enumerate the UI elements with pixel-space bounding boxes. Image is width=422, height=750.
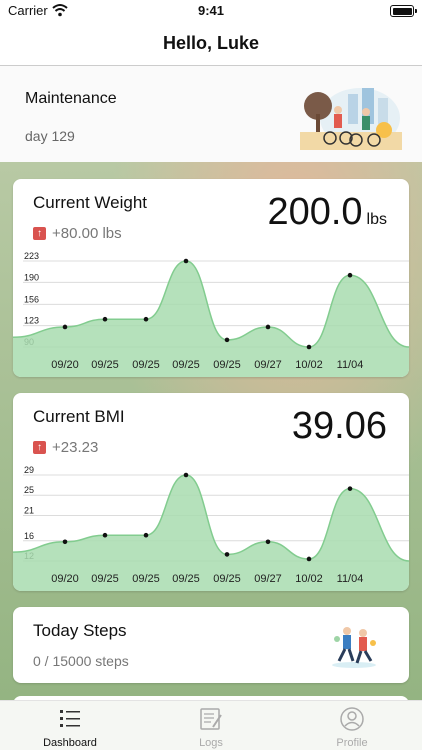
- weight-chart-xtick: 09/25: [91, 359, 119, 371]
- logs-icon: [200, 708, 222, 730]
- weight-chart: 9012315619022309/2009/2509/2509/2509/250…: [13, 251, 409, 377]
- cycling-illustration: [300, 88, 402, 150]
- weight-chart-xtick: 09/20: [51, 359, 79, 371]
- bmi-chart-point: [224, 552, 230, 557]
- page-title: Hello, Luke: [162, 33, 260, 53]
- bmi-chart-xtick: 09/27: [254, 573, 282, 585]
- weight-chart-point: [62, 324, 68, 330]
- profile-icon: [340, 707, 364, 731]
- weight-card[interactable]: Current Weight 200.0lbs ↑ +80.00 lbs 901…: [13, 179, 409, 377]
- bmi-chart-xtick: 09/20: [51, 573, 79, 585]
- weight-chart-ytick: 123: [24, 316, 39, 326]
- clock: 9:41: [197, 3, 225, 18]
- weight-chart-ytick: 223: [24, 251, 39, 261]
- weight-chart-xtick: 10/02: [295, 359, 323, 371]
- weight-chart-point: [224, 337, 230, 343]
- maintenance-label: Maintenance: [25, 90, 117, 107]
- bmi-chart-point: [102, 532, 108, 538]
- weight-chart-point: [265, 324, 271, 330]
- tab-logs-label: Logs: [199, 737, 223, 749]
- tab-logs[interactable]: Logs: [141, 701, 281, 750]
- bmi-chart-ytick: 25: [24, 485, 34, 495]
- bmi-chart-ytick: 21: [24, 505, 34, 515]
- nav-bar: Hello, Luke: [0, 22, 422, 66]
- bmi-chart-point: [265, 539, 271, 545]
- bmi-chart-xtick: 10/02: [295, 573, 323, 585]
- weight-chart-xtick: 09/25: [172, 359, 200, 371]
- bmi-chart-xtick: 11/04: [337, 573, 364, 585]
- weight-chart-xtick: 09/25: [213, 359, 241, 371]
- bmi-chart-point: [62, 539, 68, 545]
- bmi-chart-point: [347, 486, 353, 491]
- weight-chart-point: [143, 316, 149, 322]
- weight-chart-point: [102, 316, 108, 322]
- tab-dashboard[interactable]: Dashboard: [0, 701, 140, 750]
- weight-chart-point: [306, 344, 312, 350]
- steps-card[interactable]: Today Steps 0 / 15000 steps: [13, 607, 409, 683]
- weight-chart-ytick: 156: [24, 294, 39, 304]
- weight-chart-xtick: 11/04: [337, 359, 364, 371]
- bmi-card[interactable]: Current BMI 39.06 ↑ +23.23 121621252909/…: [13, 393, 409, 591]
- maintenance-banner[interactable]: Maintenance day 129: [0, 66, 422, 162]
- list-icon: [60, 710, 80, 727]
- bmi-chart-ytick: 16: [24, 531, 34, 541]
- weight-chart-xtick: 09/25: [132, 359, 160, 371]
- bmi-chart-ytick: 29: [24, 465, 34, 475]
- weight-chart-point: [183, 258, 189, 264]
- maintenance-day: day 129: [25, 128, 75, 144]
- weight-chart-ytick: 190: [24, 272, 39, 282]
- bmi-chart-point: [183, 472, 189, 478]
- tab-profile-label: Profile: [336, 737, 368, 749]
- weight-chart-point: [347, 272, 353, 278]
- bmi-chart-xtick: 09/25: [91, 573, 119, 585]
- tab-bar: Dashboard Logs Profile: [0, 700, 422, 750]
- status-bar: Carrier 9:41: [0, 0, 422, 22]
- bmi-chart-point: [143, 532, 149, 538]
- tab-dashboard-label: Dashboard: [43, 737, 97, 749]
- bmi-chart: 121621252909/2009/2509/2509/2509/2509/27…: [13, 465, 409, 591]
- steps-title: Today Steps: [33, 621, 127, 640]
- bmi-chart-point: [306, 556, 312, 562]
- battery-icon: [390, 5, 417, 17]
- bmi-chart-xtick: 09/25: [132, 573, 160, 585]
- bmi-chart-xtick: 09/25: [172, 573, 200, 585]
- running-illustration: [332, 627, 376, 668]
- weight-chart-xtick: 09/27: [254, 359, 282, 371]
- tab-profile[interactable]: Profile: [282, 701, 422, 750]
- bmi-chart-xtick: 09/25: [213, 573, 241, 585]
- steps-progress: 0 / 15000 steps: [33, 653, 129, 669]
